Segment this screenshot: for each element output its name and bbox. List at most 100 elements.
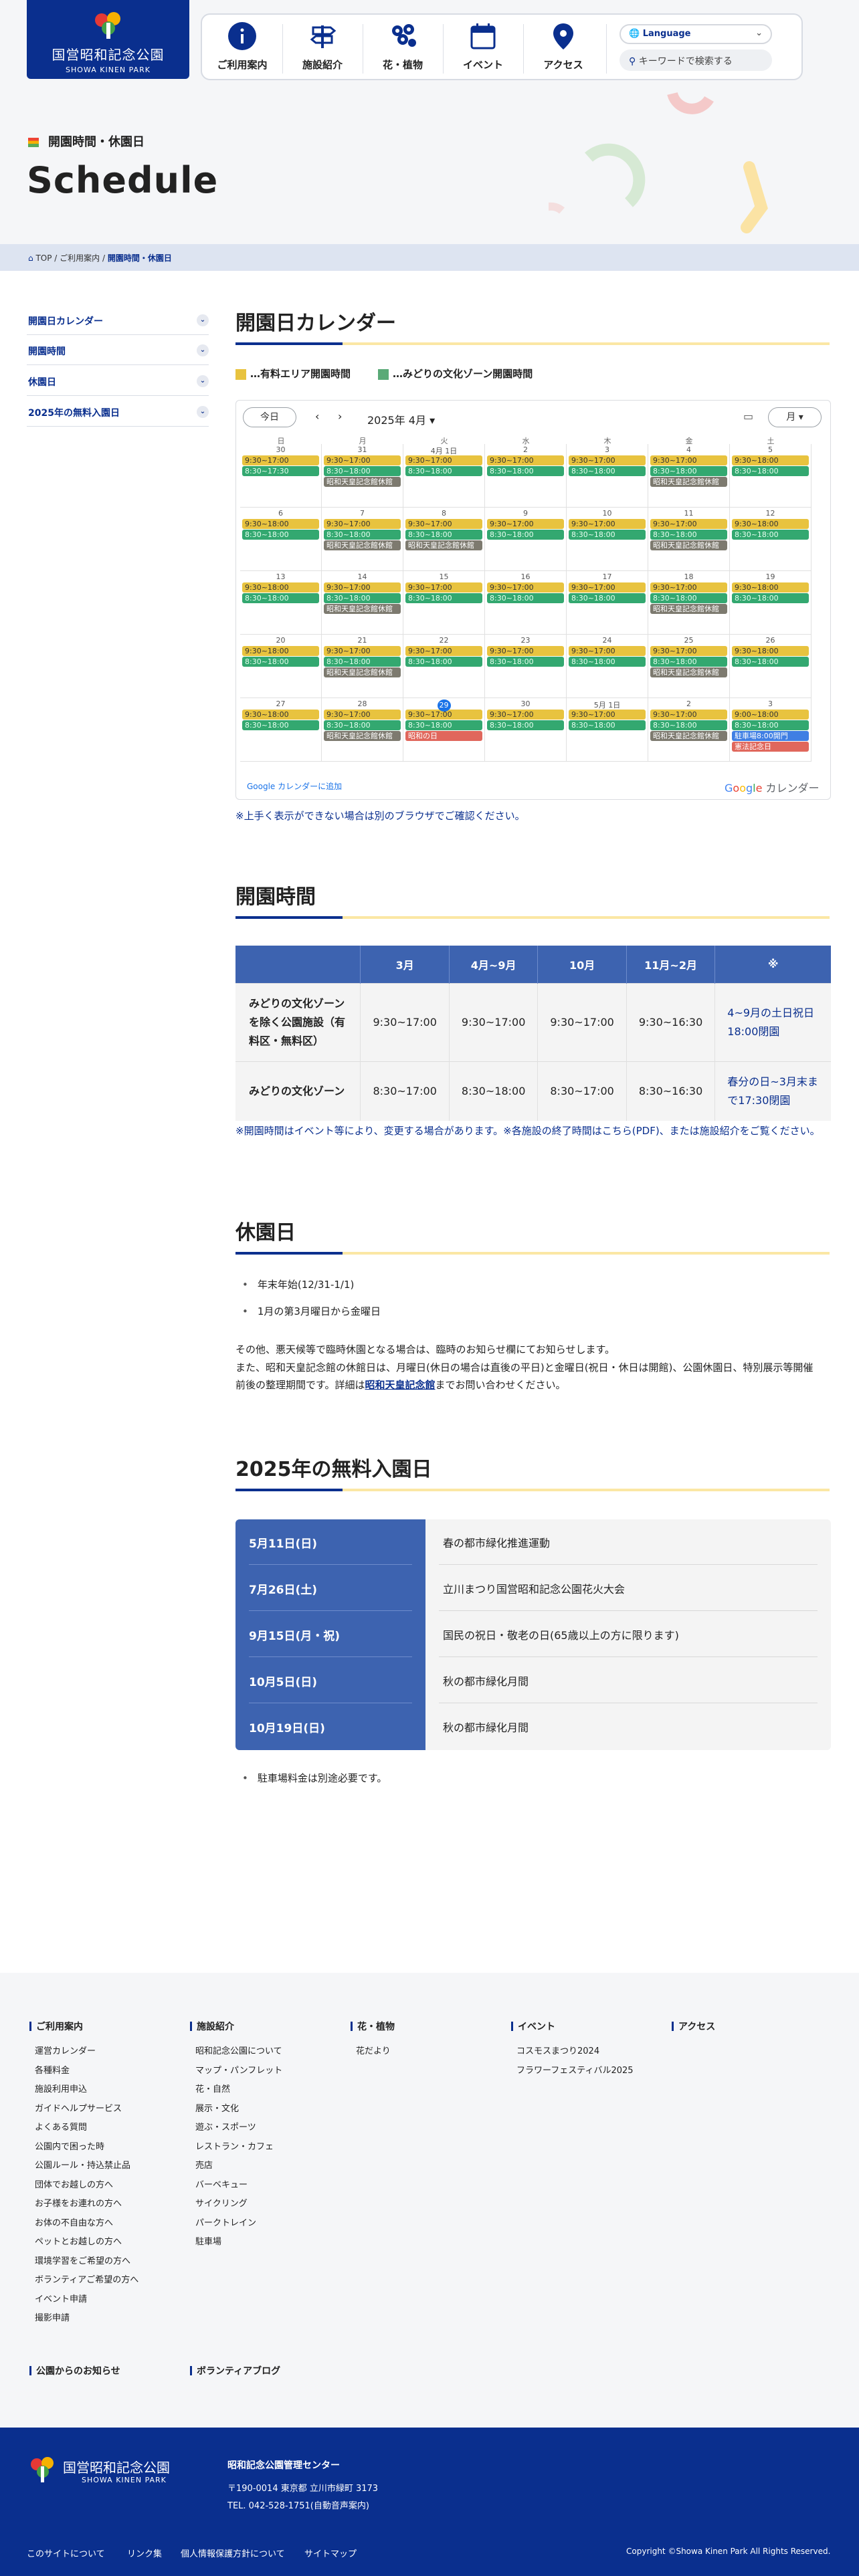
calendar-event[interactable]: 9:30~18:00	[732, 519, 809, 529]
calendar-event[interactable]: 昭和天皇記念館休館	[650, 604, 727, 614]
next-month-icon[interactable]: ›	[338, 410, 342, 423]
calendar-event[interactable]: 9:30~17:00	[405, 646, 482, 656]
calendar-day[interactable]: 3 9:30~17:00 8:30~18:00	[567, 444, 648, 508]
calendar-day[interactable]: 17 9:30~17:00 8:30~18:00	[567, 571, 648, 635]
calendar-event[interactable]: 9:30~17:00	[569, 646, 646, 656]
calendar-day[interactable]: 18 9:30~17:00 8:30~18:00 昭和天皇記念館休館	[648, 571, 730, 635]
calendar-day[interactable]: 4 9:30~17:00 8:30~18:00 昭和天皇記念館休館	[648, 444, 730, 508]
calendar-event[interactable]: 9:30~17:00	[650, 646, 727, 656]
calendar-event[interactable]: 9:30~17:00	[405, 710, 482, 720]
footer-link[interactable]: 公園内で困った時	[35, 2138, 104, 2157]
view-select[interactable]: 月 ▾	[768, 407, 822, 427]
calendar-event[interactable]: 8:30~18:00	[242, 657, 319, 667]
breadcrumb-top[interactable]: TOP	[35, 253, 52, 263]
calendar-event[interactable]: 9:30~17:00	[324, 519, 401, 529]
footer-link[interactable]: レストラン・カフェ	[195, 2138, 274, 2157]
today-button[interactable]: 今日	[243, 407, 296, 427]
calendar-event[interactable]: 憲法記念日	[732, 742, 809, 752]
calendar-event[interactable]: 8:30~18:00	[242, 530, 319, 540]
calendar-event[interactable]: 9:30~17:00	[650, 455, 727, 465]
calendar-event[interactable]: 昭和天皇記念館休館	[650, 477, 727, 487]
footer-heading[interactable]: 花・植物	[351, 2020, 395, 2033]
footer-link[interactable]: 運営カレンダー	[35, 2042, 96, 2062]
calendar-event[interactable]: 9:30~18:00	[242, 582, 319, 593]
footer-link[interactable]: ガイドヘルプサービス	[35, 2100, 122, 2119]
footer-link[interactable]: お子様をお連れの方へ	[35, 2195, 122, 2214]
calendar-event[interactable]: 8:30~18:00	[405, 466, 482, 476]
sidebar-item-calendar[interactable]: 開園日カレンダー ⌄	[27, 314, 209, 335]
calendar-day[interactable]: 2 9:30~17:00 8:30~18:00 昭和天皇記念館休館	[648, 698, 730, 762]
calendar-day[interactable]: 3 9:00~18:00 8:30~18:00 駐車場8:00開門 憲法記念日	[730, 698, 812, 762]
agenda-icon[interactable]: ▭	[743, 410, 753, 423]
footer-news-link[interactable]: 公園からのお知らせ	[29, 2364, 120, 2377]
footer-link[interactable]: ボランティアご希望の方へ	[35, 2271, 138, 2290]
footer-link[interactable]: コスモスまつり2024	[516, 2042, 599, 2062]
calendar-event[interactable]: 8:30~18:00	[405, 593, 482, 603]
calendar-event[interactable]: 9:30~17:00	[569, 455, 646, 465]
calendar-event[interactable]: 8:30~18:00	[569, 657, 646, 667]
calendar-event[interactable]: 8:30~18:00	[487, 657, 564, 667]
nav-facilities[interactable]: 施設紹介	[282, 21, 363, 72]
calendar-day[interactable]: 9 9:30~17:00 8:30~18:00	[485, 508, 567, 571]
footer-link[interactable]: 遊ぶ・スポーツ	[195, 2119, 256, 2138]
calendar-event[interactable]: 9:30~17:00	[487, 710, 564, 720]
calendar-event[interactable]: 昭和の日	[405, 731, 482, 741]
footer-link[interactable]: 撮影申請	[35, 2309, 70, 2329]
calendar-day[interactable]: 14 9:30~17:00 8:30~18:00 昭和天皇記念館休館	[322, 571, 403, 635]
month-label[interactable]: 2025年 4月 ▾	[367, 411, 435, 427]
sidebar-item-closed[interactable]: 休園日 ⌄	[27, 375, 209, 396]
calendar-day[interactable]: 27 9:30~18:00 8:30~18:00	[240, 698, 322, 762]
calendar-day[interactable]: 23 9:30~17:00 8:30~18:00	[485, 635, 567, 698]
calendar-event[interactable]: 8:30~18:00	[569, 720, 646, 730]
calendar-event[interactable]: 9:30~18:00	[242, 646, 319, 656]
calendar-day[interactable]: 15 9:30~17:00 8:30~18:00	[403, 571, 485, 635]
calendar-event[interactable]: 昭和天皇記念館休館	[324, 477, 401, 487]
calendar-event[interactable]: 昭和天皇記念館休館	[650, 667, 727, 677]
site-logo[interactable]: 国営昭和記念公園 SHOWA KINEN PARK	[27, 0, 189, 79]
calendar-event[interactable]: 9:30~17:00	[324, 646, 401, 656]
calendar-event[interactable]: 9:30~17:00	[650, 582, 727, 593]
calendar-day[interactable]: 16 9:30~17:00 8:30~18:00	[485, 571, 567, 635]
footer-link[interactable]: 展示・文化	[195, 2100, 239, 2119]
calendar-event[interactable]: 8:30~18:00	[324, 657, 401, 667]
calendar-event[interactable]: 8:30~18:00	[732, 530, 809, 540]
footer-link[interactable]: 環境学習をご希望の方へ	[35, 2252, 130, 2272]
calendar-day[interactable]: 10 9:30~17:00 8:30~18:00	[567, 508, 648, 571]
nav-flowers[interactable]: 花・植物	[363, 21, 443, 72]
calendar-day[interactable]: 29 9:30~17:00 8:30~18:00 昭和の日	[403, 698, 485, 762]
calendar-day[interactable]: 24 9:30~17:00 8:30~18:00	[567, 635, 648, 698]
footer-link[interactable]: 駐車場	[195, 2233, 221, 2252]
calendar-day[interactable]: 31 9:30~17:00 8:30~18:00 昭和天皇記念館休館	[322, 444, 403, 508]
footer-link[interactable]: サイクリング	[195, 2195, 248, 2214]
footer-heading[interactable]: イベント	[511, 2020, 555, 2033]
calendar-event[interactable]: 9:30~17:00	[487, 582, 564, 593]
calendar-day[interactable]: 28 9:30~17:00 8:30~18:00 昭和天皇記念館休館	[322, 698, 403, 762]
footer-link-links[interactable]: リンク集	[127, 2547, 162, 2559]
calendar-event[interactable]: 昭和天皇記念館休館	[324, 731, 401, 741]
calendar-event[interactable]: 9:30~17:00	[569, 519, 646, 529]
calendar-event[interactable]: 8:30~18:00	[242, 593, 319, 603]
calendar-event[interactable]: 駐車場8:00開門	[732, 731, 809, 741]
calendar-event[interactable]: 8:30~18:00	[487, 593, 564, 603]
calendar-event[interactable]: 昭和天皇記念館休館	[650, 731, 727, 741]
calendar-event[interactable]: 9:30~18:00	[732, 646, 809, 656]
sidebar-item-hours[interactable]: 開園時間 ⌄	[27, 344, 209, 365]
calendar-event[interactable]: 8:30~18:00	[569, 466, 646, 476]
calendar-event[interactable]: 9:30~17:00	[405, 582, 482, 593]
calendar-event[interactable]: 8:30~18:00	[487, 530, 564, 540]
calendar-event[interactable]: 昭和天皇記念館休館	[650, 540, 727, 550]
calendar-event[interactable]: 昭和天皇記念館休館	[324, 604, 401, 614]
calendar-event[interactable]: 8:30~18:00	[732, 593, 809, 603]
calendar-event[interactable]: 8:30~18:00	[650, 657, 727, 667]
footer-link[interactable]: バーベキュー	[195, 2176, 248, 2195]
calendar-event[interactable]: 昭和天皇記念館休館	[324, 667, 401, 677]
calendar-event[interactable]: 昭和天皇記念館休館	[405, 540, 482, 550]
calendar-event[interactable]: 8:30~18:00	[569, 530, 646, 540]
calendar-day[interactable]: 12 9:30~18:00 8:30~18:00	[730, 508, 812, 571]
calendar-day[interactable]: 22 9:30~17:00 8:30~18:00	[403, 635, 485, 698]
calendar-event[interactable]: 8:30~18:00	[324, 593, 401, 603]
calendar-event[interactable]: 8:30~17:30	[242, 466, 319, 476]
footer-link[interactable]: よくある質問	[35, 2119, 87, 2138]
calendar-event[interactable]: 9:30~18:00	[242, 519, 319, 529]
calendar-event[interactable]: 9:30~18:00	[732, 582, 809, 593]
